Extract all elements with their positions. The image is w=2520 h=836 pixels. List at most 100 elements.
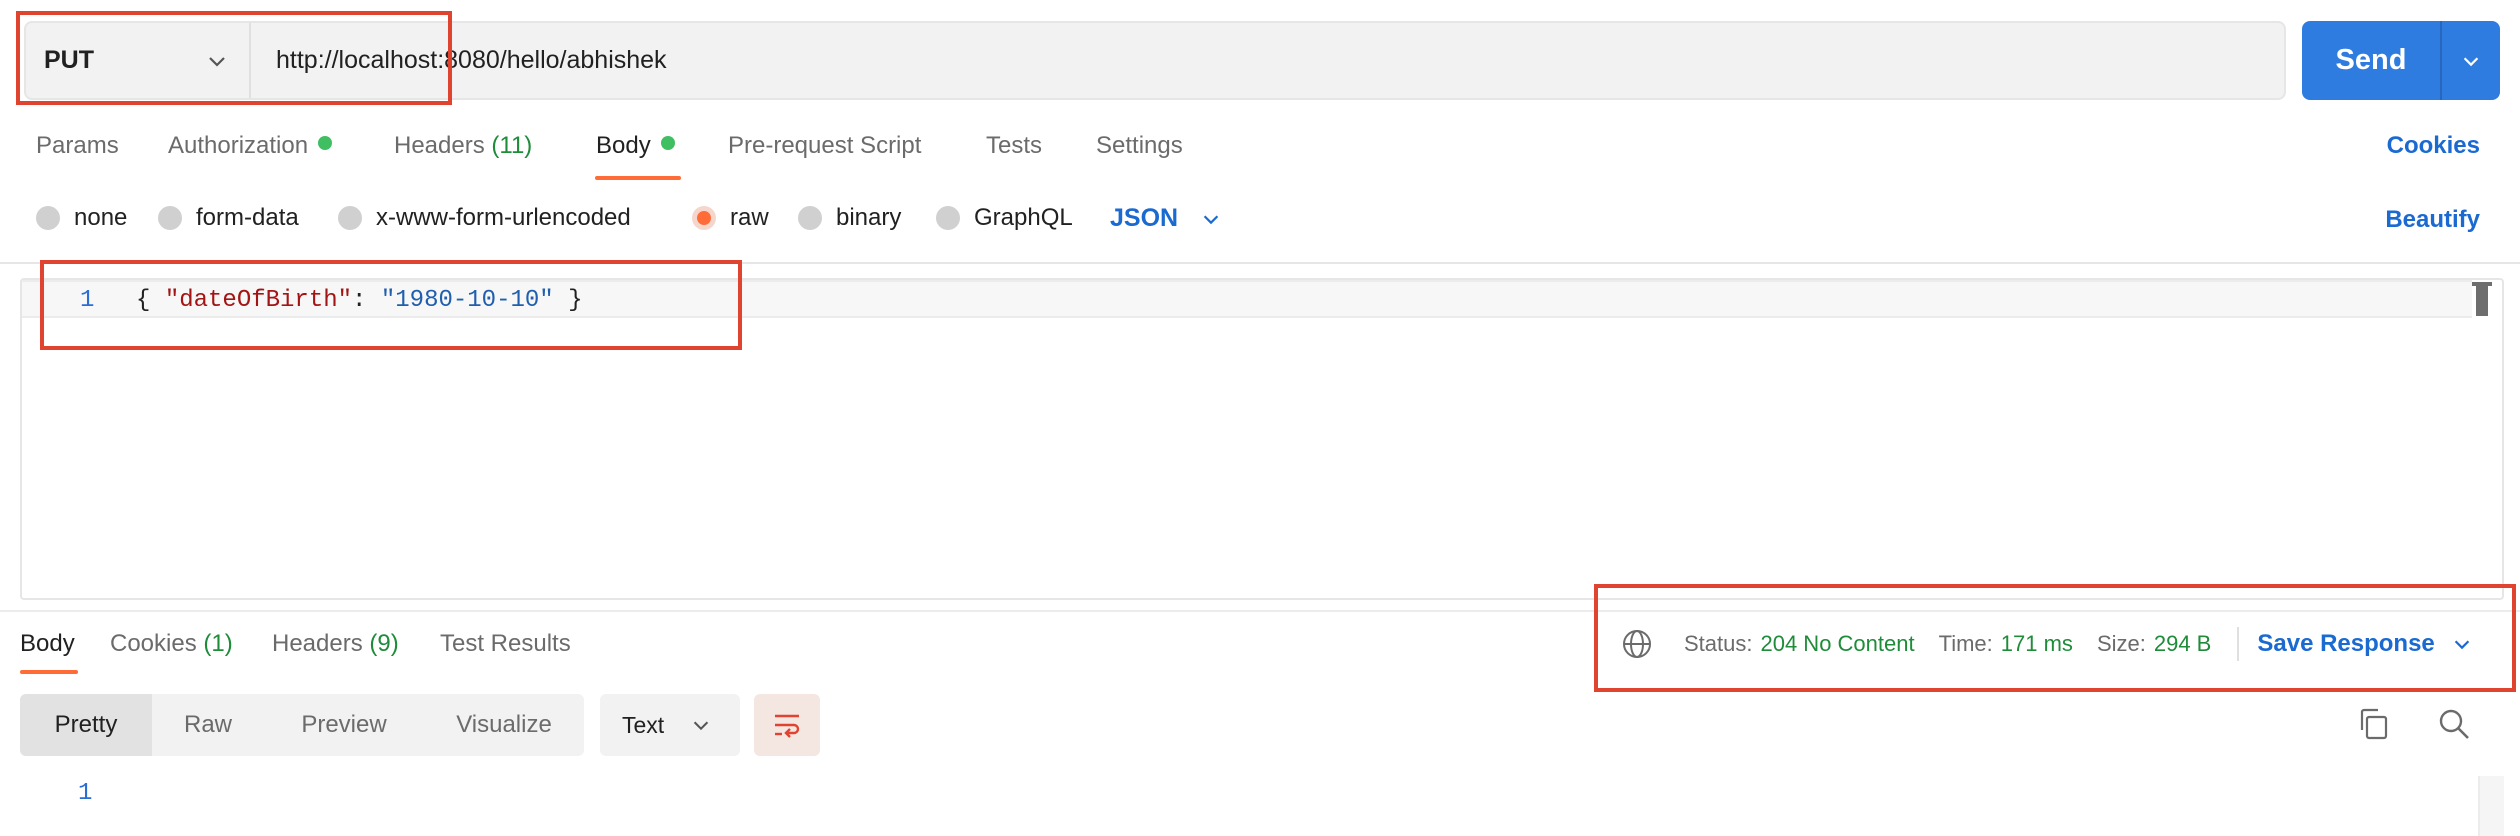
send-label: Send	[2302, 21, 2442, 100]
search-icon[interactable]	[2436, 706, 2472, 742]
tab-label: Body	[20, 630, 75, 657]
save-response-label: Save Response	[2257, 630, 2435, 657]
status-dot-icon	[660, 136, 675, 150]
status-dot-icon	[318, 136, 333, 150]
chevron-down-icon	[694, 721, 709, 731]
response-scrollbar[interactable]	[2478, 776, 2504, 836]
radio-none[interactable]: none	[36, 204, 127, 232]
divider	[0, 262, 2520, 264]
beautify-link[interactable]: Beautify	[2385, 206, 2480, 234]
tab-label: Headers	[272, 630, 363, 657]
radio-label: form-data	[196, 204, 299, 231]
radio-label: raw	[730, 204, 769, 231]
radio-icon	[36, 206, 60, 230]
time-value: 171 ms	[2000, 631, 2073, 656]
response-view-switcher: Pretty Raw Preview Visualize	[20, 694, 584, 756]
tab-label: Test Results	[440, 630, 571, 657]
tab-settings[interactable]: Settings	[1096, 132, 1183, 160]
tab-params[interactable]: Params	[36, 132, 119, 160]
response-status-bar: Status: 204 No Content Time: 171 ms Size…	[1620, 620, 2500, 668]
tab-body[interactable]: Body	[596, 132, 675, 160]
tab-label: Tests	[986, 132, 1043, 159]
code-colon: :	[352, 287, 381, 314]
tab-label: Cookies	[110, 630, 197, 657]
raw-format-select[interactable]: JSON	[1110, 204, 1222, 233]
separator	[2237, 627, 2240, 661]
radio-form-data[interactable]: form-data	[158, 204, 299, 232]
code-brace: {	[136, 287, 165, 314]
time-label: Time:	[1938, 631, 1993, 656]
editor-scrollbar[interactable]	[2472, 282, 2494, 320]
status-label: Status:	[1684, 631, 1753, 656]
line-number: 1	[80, 287, 95, 314]
response-format-select[interactable]: Text	[600, 694, 740, 756]
globe-icon[interactable]	[1620, 627, 1654, 661]
response-tab-cookies[interactable]: Cookies (1)	[110, 630, 233, 658]
chevron-down-icon	[1203, 214, 1219, 224]
active-line: 1 { "dateOfBirth": "1980-10-10" }	[22, 280, 2472, 318]
active-tab-indicator	[595, 176, 681, 180]
response-tab-body[interactable]: Body	[20, 630, 75, 658]
radio-raw[interactable]: raw	[692, 204, 769, 232]
view-preview[interactable]: Preview	[264, 694, 424, 756]
tab-pre-request-script[interactable]: Pre-request Script	[728, 132, 921, 160]
send-button[interactable]: Send	[2302, 21, 2500, 100]
copy-icon[interactable]	[2356, 706, 2392, 742]
tab-authorization[interactable]: Authorization	[168, 132, 333, 160]
radio-icon	[936, 206, 960, 230]
tab-label: Settings	[1096, 132, 1183, 159]
response-line-number: 1	[78, 780, 93, 807]
view-pretty[interactable]: Pretty	[20, 694, 152, 756]
tab-label: Pre-request Script	[728, 132, 922, 159]
response-tab-headers[interactable]: Headers (9)	[272, 630, 399, 658]
tab-label: Body	[596, 132, 651, 159]
tab-label: Params	[36, 132, 119, 159]
tab-count: (9)	[369, 630, 399, 657]
body-editor[interactable]: 1 { "dateOfBirth": "1980-10-10" }	[20, 278, 2504, 600]
radio-x-www-form-urlencoded[interactable]: x-www-form-urlencoded	[338, 204, 631, 232]
chevron-down-icon	[2454, 640, 2469, 650]
tab-tests[interactable]: Tests	[986, 132, 1042, 160]
view-raw[interactable]: Raw	[152, 694, 264, 756]
radio-label: none	[74, 204, 128, 231]
tab-count: (1)	[203, 630, 233, 657]
body-type-row: none form-data x-www-form-urlencoded raw…	[0, 198, 2520, 244]
tab-label: Authorization	[168, 132, 309, 159]
raw-format-label: JSON	[1110, 204, 1179, 232]
code-line: { "dateOfBirth": "1980-10-10" }	[136, 287, 583, 314]
radio-checked-icon	[692, 206, 716, 230]
format-label: Text	[622, 711, 665, 738]
tab-headers[interactable]: Headers (11)	[394, 132, 532, 160]
active-tab-indicator	[20, 670, 78, 674]
radio-icon	[798, 206, 822, 230]
response-tabs: Body Cookies (1) Headers (9) Test Result…	[0, 624, 1600, 676]
url-input[interactable]	[276, 23, 2176, 98]
code-brace: }	[553, 287, 583, 314]
radio-binary[interactable]: binary	[798, 204, 901, 232]
status-value: 204 No Content	[1760, 631, 1915, 656]
view-visualize[interactable]: Visualize	[424, 694, 584, 756]
response-tab-test-results[interactable]: Test Results	[440, 630, 571, 658]
method-label: PUT	[44, 46, 94, 74]
radio-label: GraphQL	[974, 204, 1073, 231]
method-select[interactable]: PUT	[26, 23, 251, 98]
request-tabs: Params Authorization Headers (11) Body P…	[0, 120, 2520, 180]
chevron-down-icon	[209, 57, 225, 67]
radio-icon	[158, 206, 182, 230]
divider	[0, 610, 2520, 612]
chevron-down-icon	[2463, 56, 2479, 66]
save-response-button[interactable]: Save Response	[2257, 630, 2472, 658]
size-value: 294 B	[2153, 631, 2212, 656]
code-key: "dateOfBirth"	[164, 287, 353, 314]
tab-count: (11)	[491, 132, 533, 159]
send-options-dropdown[interactable]	[2442, 21, 2500, 100]
radio-graphql[interactable]: GraphQL	[936, 204, 1073, 232]
code-value: "1980-10-10"	[380, 287, 554, 314]
wrap-lines-button[interactable]	[754, 694, 820, 756]
url-bar: PUT	[24, 21, 2286, 100]
tab-label: Headers	[394, 132, 485, 159]
radio-icon	[338, 206, 362, 230]
wrap-lines-icon	[775, 714, 800, 738]
cookies-link[interactable]: Cookies	[2387, 132, 2480, 160]
size-label: Size:	[2096, 631, 2146, 656]
